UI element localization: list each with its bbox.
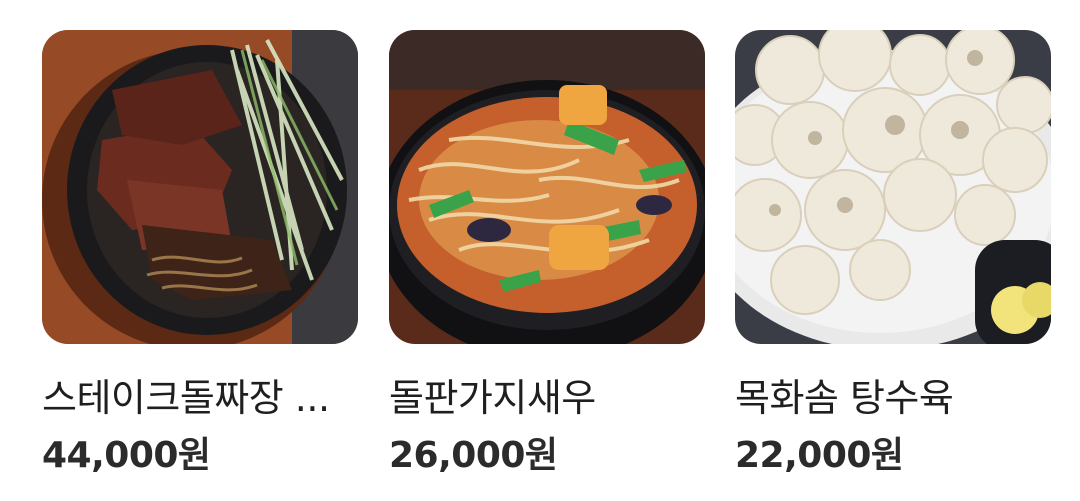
menu-card-eggplant-shrimp[interactable]: 돌판가지새우 26,000원 (389, 30, 705, 478)
menu-item-name[interactable]: 스테이크돌짜장 ... (42, 374, 358, 422)
menu-item-price: 22,000원 (735, 435, 904, 476)
menu-item-name[interactable]: 목화솜 탕수육 (735, 374, 1051, 422)
menu-item-price: 44,000원 (42, 435, 211, 476)
sweet-sour-pork-photo-icon[interactable] (735, 30, 1051, 344)
menu-item-name[interactable]: 돌판가지새우 (389, 374, 705, 422)
menu-item-price: 26,000원 (389, 435, 558, 476)
menu-list: 스테이크돌짜장 ... 44,000원 돌판가지새우 26,000원 목화솜 탕… (0, 0, 1080, 501)
menu-card-steak-jjajang[interactable]: 스테이크돌짜장 ... 44,000원 (42, 30, 358, 478)
steak-jjajang-photo-icon[interactable] (42, 30, 358, 344)
eggplant-shrimp-photo-icon[interactable] (389, 30, 705, 344)
menu-card-sweet-sour-pork[interactable]: 목화솜 탕수육 22,000원 (735, 30, 1051, 478)
